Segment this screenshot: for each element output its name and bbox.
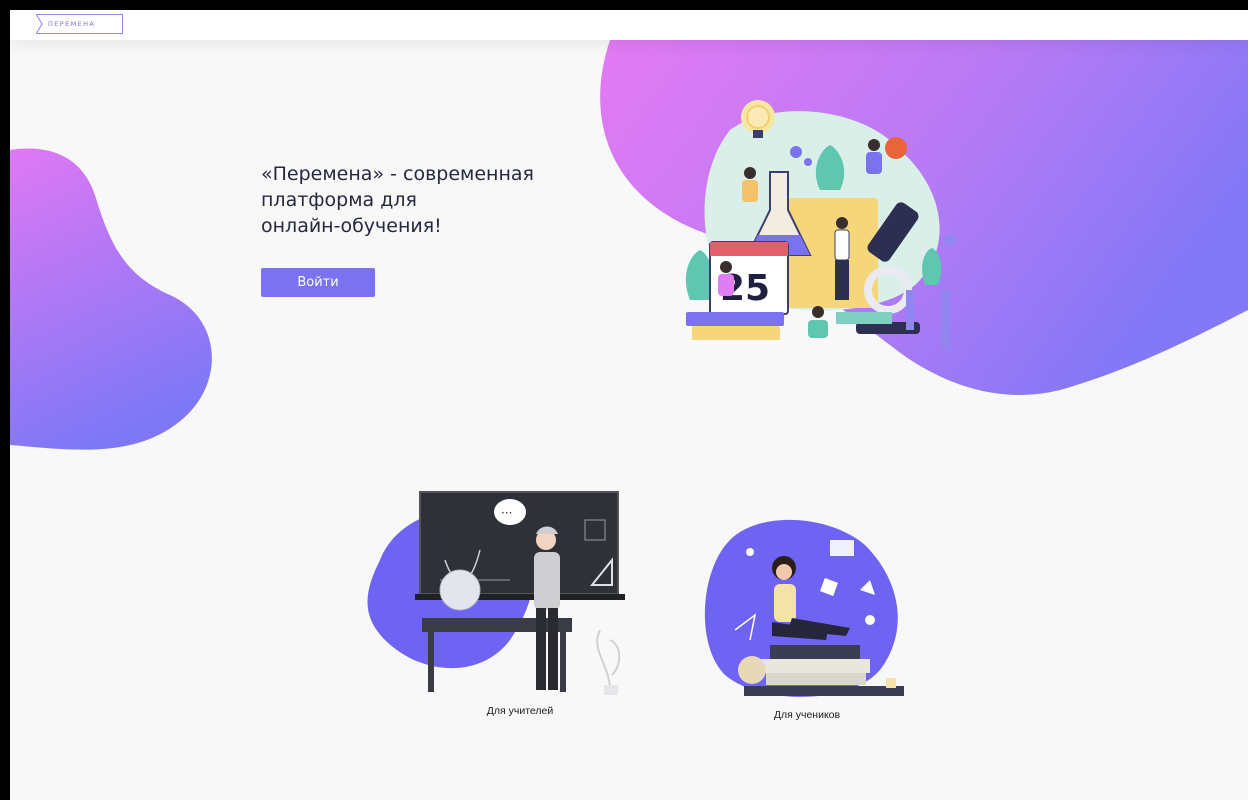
svg-text:···: ··· bbox=[501, 506, 512, 520]
teachers-label[interactable]: Для учителей bbox=[460, 705, 580, 717]
landing-page: ПЕРЕМЕНА «Перемена» - современная платфо… bbox=[10, 10, 1248, 800]
login-button[interactable]: Войти bbox=[261, 268, 375, 297]
student-illustration bbox=[704, 519, 904, 697]
hero-title-line-1: «Перемена» - современная bbox=[261, 163, 534, 185]
logo[interactable]: ПЕРЕМЕНА bbox=[36, 14, 123, 34]
hero-title-line-3: онлайн-обучения! bbox=[261, 215, 442, 237]
left-blob bbox=[10, 148, 212, 450]
students-label[interactable]: Для учеников bbox=[747, 709, 867, 721]
hero-title-line-2: платформа для bbox=[261, 189, 417, 211]
logo-text: ПЕРЕМЕНА bbox=[48, 20, 96, 28]
education-collage-illustration: 25 bbox=[685, 100, 956, 350]
teacher-illustration: ··· bbox=[367, 491, 625, 695]
hero-title: «Перемена» - современная платформа для о… bbox=[261, 161, 621, 239]
header-bar: ПЕРЕМЕНА bbox=[10, 10, 1248, 40]
logo-notch-icon bbox=[36, 14, 43, 34]
